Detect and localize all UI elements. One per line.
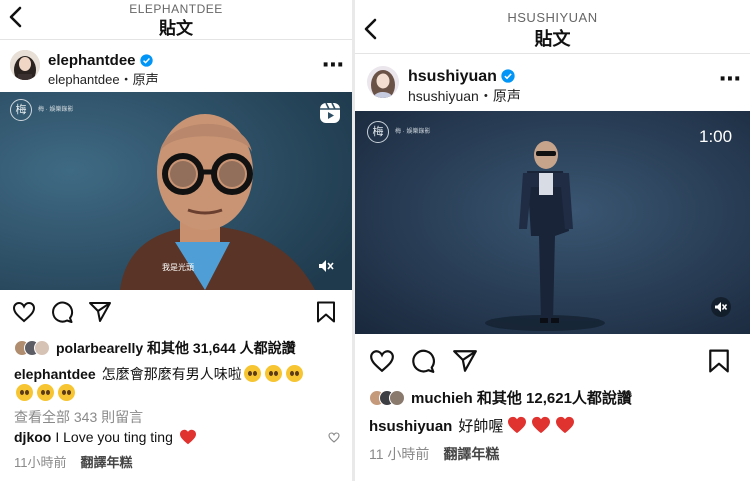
heart-icon[interactable] [369,349,395,373]
top-bar: ELEPHANTDEE 貼文 [0,0,352,40]
post-panel-left: ELEPHANTDEE 貼文 elephantdee elephantdee・原… [0,0,352,481]
caption: elephantdee 怎麼會那麼有男人味啦 [14,364,305,384]
translate-link[interactable]: 翻譯年糕 [81,455,133,470]
brand-logo: 梅 [10,99,32,121]
mute-icon[interactable] [316,256,336,276]
heart-emoji-icon [179,429,196,445]
heart-emoji-icon [532,416,551,434]
bookmark-icon[interactable] [316,301,336,323]
pleading-emoji-icon [243,365,261,382]
brand-logo: 梅 [367,121,389,143]
share-icon[interactable] [452,349,478,373]
likes-count-text: 和其他 31,644 人都說讚 [147,340,296,356]
avatar[interactable] [10,50,40,80]
caption-text: 好帥喔 [458,418,504,435]
share-icon[interactable] [88,301,112,323]
caption: hsushiyuan 好帥喔 [369,415,577,436]
more-icon[interactable]: ⋯ [322,52,345,78]
heart-outline-small-icon[interactable] [328,432,340,443]
comment-icon[interactable] [410,349,436,373]
comment-user[interactable]: djkoo [14,429,51,445]
brand-text: 梅 · 娛樂錄影 [395,129,431,135]
caption-text: 怎麼會那麼有男人味啦 [101,366,242,382]
bookmark-icon[interactable] [708,349,730,373]
view-all-comments-link[interactable]: 查看全部 343 則留言 [14,407,143,427]
heart-icon[interactable] [12,301,36,323]
video-timer: 1:00 [699,127,733,146]
post-video[interactable]: 梅 梅 · 娛樂錄影 我是光頭 [0,92,352,290]
reels-icon[interactable] [319,102,341,124]
comment: djkoo I Love you ting ting [14,429,199,445]
post-time: 11小時前 [14,455,67,470]
header-handle: HSUSHIYUAN [507,10,598,25]
likes-count-text: 和其他 12,621人都說讚 [476,390,632,407]
video-frame [0,92,352,290]
heart-emoji-icon [508,416,527,434]
more-icon[interactable]: ⋯ [719,66,742,92]
liker-avatar [389,390,405,406]
comment-text: I Love you ting ting [55,429,173,445]
mute-icon[interactable] [711,297,731,317]
audio-label[interactable]: hsushiyuan・原声 [408,86,521,106]
post-meta: 11 小時前 翻譯年糕 [369,444,499,464]
likes-user[interactable]: muchieh [411,390,473,407]
likes-summary[interactable]: muchieh 和其他 12,621人都說讚 [369,387,632,408]
post-time: 11 小時前 [369,446,430,462]
pleading-emoji-icon [16,384,33,401]
audio-label[interactable]: elephantdee・原声 [48,69,159,88]
translate-link[interactable]: 翻譯年糕 [443,446,499,462]
liker-avatar [34,340,50,356]
caption-user[interactable]: hsushiyuan [369,418,452,435]
video-subtitle: 我是光頭 [162,263,194,272]
post-video[interactable]: 梅 梅 · 娛樂錄影 1:00 [355,111,750,334]
likes-user[interactable]: polarbearelly [56,340,143,356]
username-text[interactable]: elephantdee [48,52,136,69]
likes-summary[interactable]: polarbearelly 和其他 31,644 人都說讚 [14,338,296,358]
caption-continued [14,384,77,401]
comment-icon[interactable] [50,301,74,323]
post-panel-right: HSUSHIYUAN 貼文 hsushiyuan hsushiyuan・原声 ⋯… [355,0,750,481]
video-frame [355,111,750,334]
post-meta: 11小時前 翻譯年糕 [14,452,133,471]
pleading-emoji-icon [37,384,54,401]
page-title: 貼文 [159,19,193,38]
brand-text: 梅 · 娛樂錄影 [38,107,74,113]
avatar[interactable] [367,66,399,98]
post-username[interactable]: hsushiyuan [408,68,515,88]
username-text[interactable]: hsushiyuan [408,68,497,85]
pleading-emoji-icon [285,365,303,382]
top-bar: HSUSHIYUAN 貼文 [355,0,750,54]
pleading-emoji-icon [264,365,282,382]
pleading-emoji-icon [58,384,75,401]
heart-emoji-icon [556,416,575,434]
caption-user[interactable]: elephantdee [14,366,96,382]
page-title: 貼文 [534,29,571,49]
